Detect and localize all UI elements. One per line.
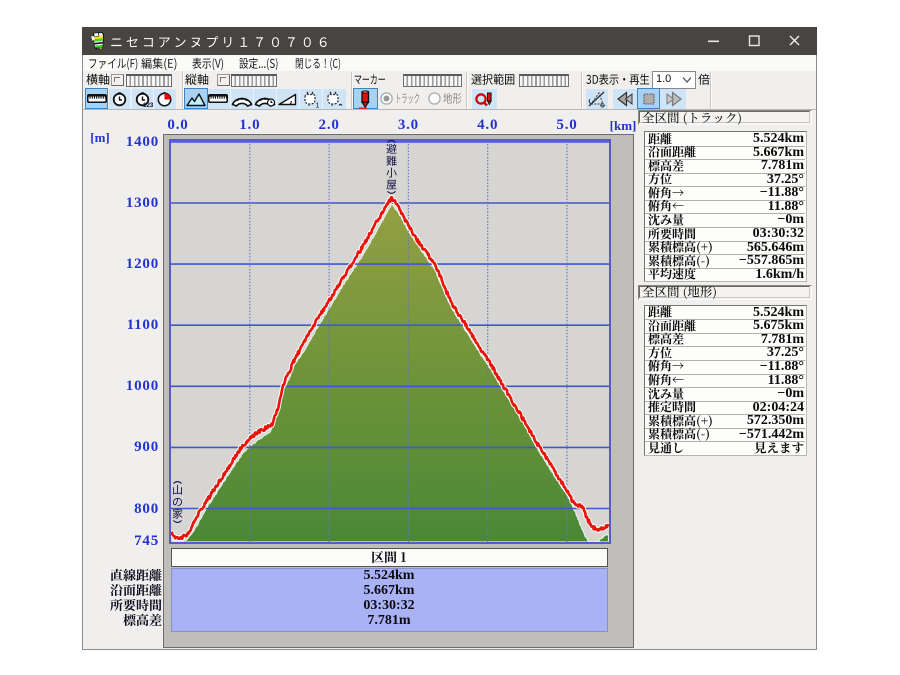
svg-text:O: O — [600, 104, 605, 109]
svg-text:123: 123 — [143, 102, 154, 108]
svg-text:1: 1 — [316, 103, 320, 109]
